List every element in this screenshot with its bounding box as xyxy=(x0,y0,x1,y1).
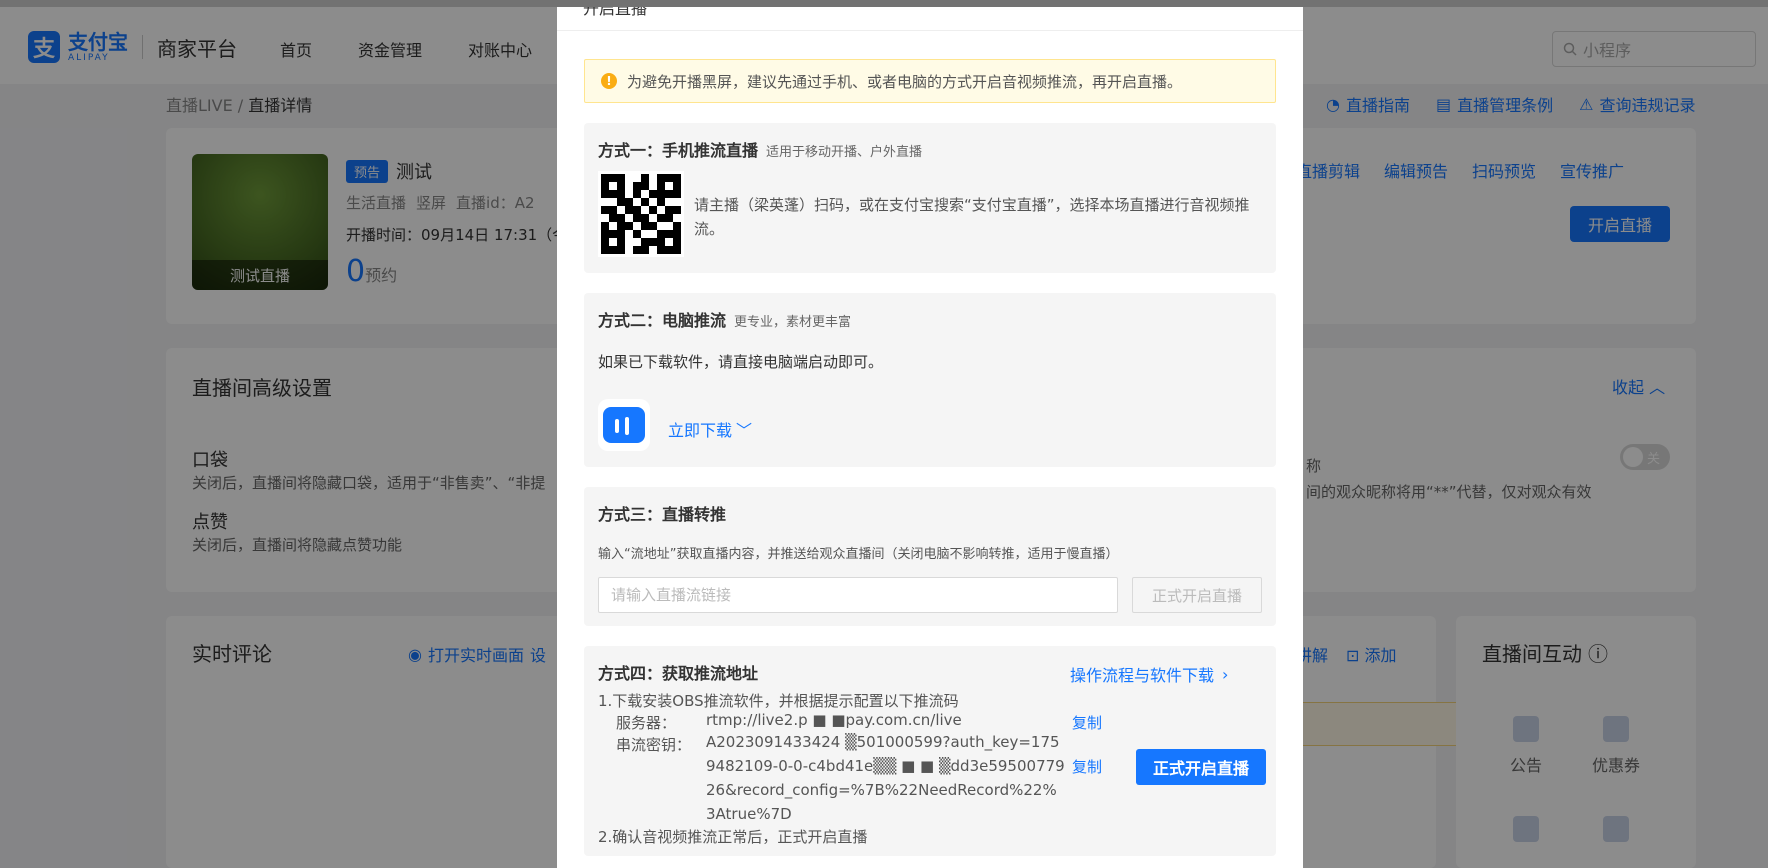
exclamation-icon: ! xyxy=(601,73,617,89)
method1-title-text: 方式一：手机推流直播 xyxy=(598,141,759,160)
start-live-modal: 开启直播 ! 为避免开播黑屏，建议先通过手机、或者电脑的方式开启音视频推流，再开… xyxy=(557,7,1303,868)
step2-text: 2.确认音视频推流正常后，正式开启直播 xyxy=(598,828,868,846)
warning-text: 为避免开播黑屏，建议先通过手机、或者电脑的方式开启音视频推流，再开启直播。 xyxy=(627,72,1183,91)
chevron-right-icon: › xyxy=(1222,664,1229,684)
method1-title: 方式一：手机推流直播 适用于移动开播、户外直播 xyxy=(598,137,922,161)
qr-code-grid xyxy=(601,174,681,254)
method2-text: 如果已下载软件，请直接电脑端启动即可。 xyxy=(598,353,884,371)
stream-url-input[interactable] xyxy=(598,577,1118,613)
method-pc-section: 方式二：电脑推流 更专业，素材更丰富 如果已下载软件，请直接电脑端启动即可。 立即… xyxy=(584,293,1276,467)
method-rtmp-section: 方式四：获取推流地址 操作流程与软件下载 › 1.下载安装OBS推流软件，并根据… xyxy=(584,646,1276,856)
chevron-down-icon: ﹀ xyxy=(736,421,753,440)
download-label: 立即下载 xyxy=(668,421,733,440)
modal-title: 开启直播 xyxy=(583,7,648,18)
warning-alert: ! 为避免开播黑屏，建议先通过手机、或者电脑的方式开启音视频推流，再开启直播。 xyxy=(584,59,1276,103)
obs-guide-label: 操作流程与软件下载 xyxy=(1070,666,1215,685)
server-value: rtmp://live2.p ■ ■pay.com.cn/live xyxy=(706,711,962,729)
server-label: 服务器： xyxy=(616,714,677,732)
qr-code xyxy=(598,171,684,257)
relay-start-button[interactable]: 正式开启直播 xyxy=(1132,577,1262,613)
copy-key-button[interactable]: 复制 xyxy=(1072,756,1102,777)
method-relay-section: 方式三：直播转推 输入“流地址”获取直播内容，并推送给观众直播间（关闭电脑不影响… xyxy=(584,487,1276,626)
rtmp-start-button[interactable]: 正式开启直播 xyxy=(1136,749,1266,785)
obs-guide-link[interactable]: 操作流程与软件下载 › xyxy=(1070,662,1228,686)
method3-title: 方式三：直播转推 xyxy=(598,505,727,524)
stream-key-value: A2023091433424 ▒501000599?auth_key=17594… xyxy=(706,733,1065,823)
stream-key-label: 串流密钥： xyxy=(616,736,692,754)
copy-server-button[interactable]: 复制 xyxy=(1072,712,1102,733)
method3-desc: 输入“流地址”获取直播内容，并推送给观众直播间（关闭电脑不影响转推，适用于慢直播… xyxy=(598,547,1119,562)
method-mobile-section: 方式一：手机推流直播 适用于移动开播、户外直播 请主播（梁英蓬）扫码，或在支付宝搜… xyxy=(584,123,1276,273)
method1-text: 请主播（梁英蓬）扫码，或在支付宝搜索“支付宝直播”，选择本场直播进行音视频推流。 xyxy=(694,196,1250,238)
method2-title-text: 方式二：电脑推流 xyxy=(598,311,727,330)
method1-subtitle: 适用于移动开播、户外直播 xyxy=(766,145,923,160)
method2-title: 方式二：电脑推流 更专业，素材更丰富 xyxy=(598,307,851,331)
download-button[interactable]: 立即下载 ﹀ xyxy=(668,417,752,441)
modal-header: 开启直播 xyxy=(557,7,1303,31)
pc-app-icon xyxy=(598,399,650,451)
method2-subtitle: 更专业，素材更丰富 xyxy=(734,315,852,330)
method4-title: 方式四：获取推流地址 xyxy=(598,664,759,683)
